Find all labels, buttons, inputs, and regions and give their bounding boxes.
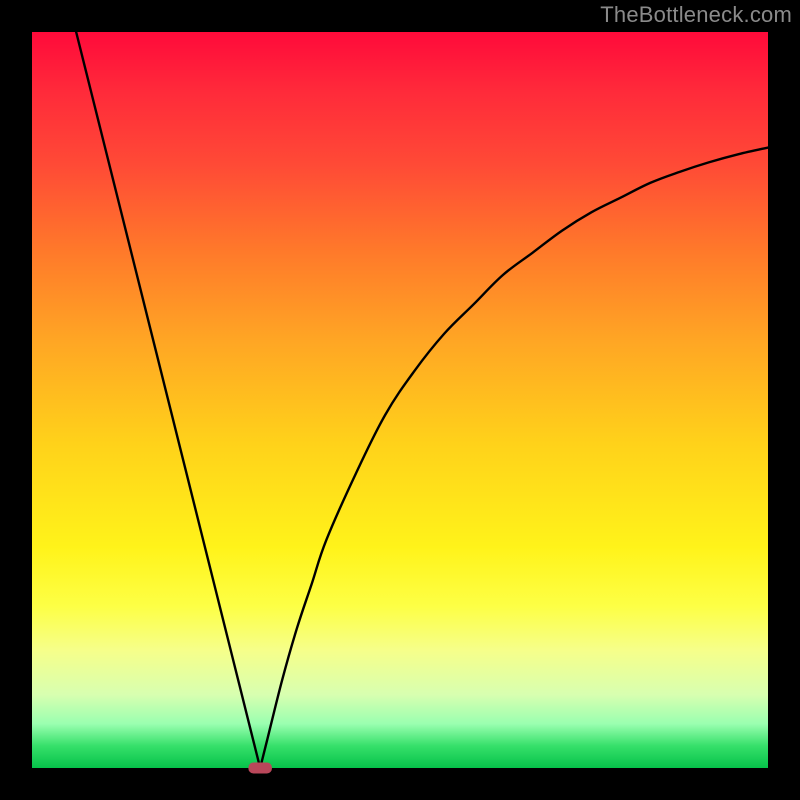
chart-frame: TheBottleneck.com <box>0 0 800 800</box>
curve-left <box>76 32 260 768</box>
curve-layer <box>32 32 768 768</box>
min-marker <box>248 762 272 773</box>
watermark-text: TheBottleneck.com <box>600 2 792 28</box>
curve-right <box>260 148 768 768</box>
